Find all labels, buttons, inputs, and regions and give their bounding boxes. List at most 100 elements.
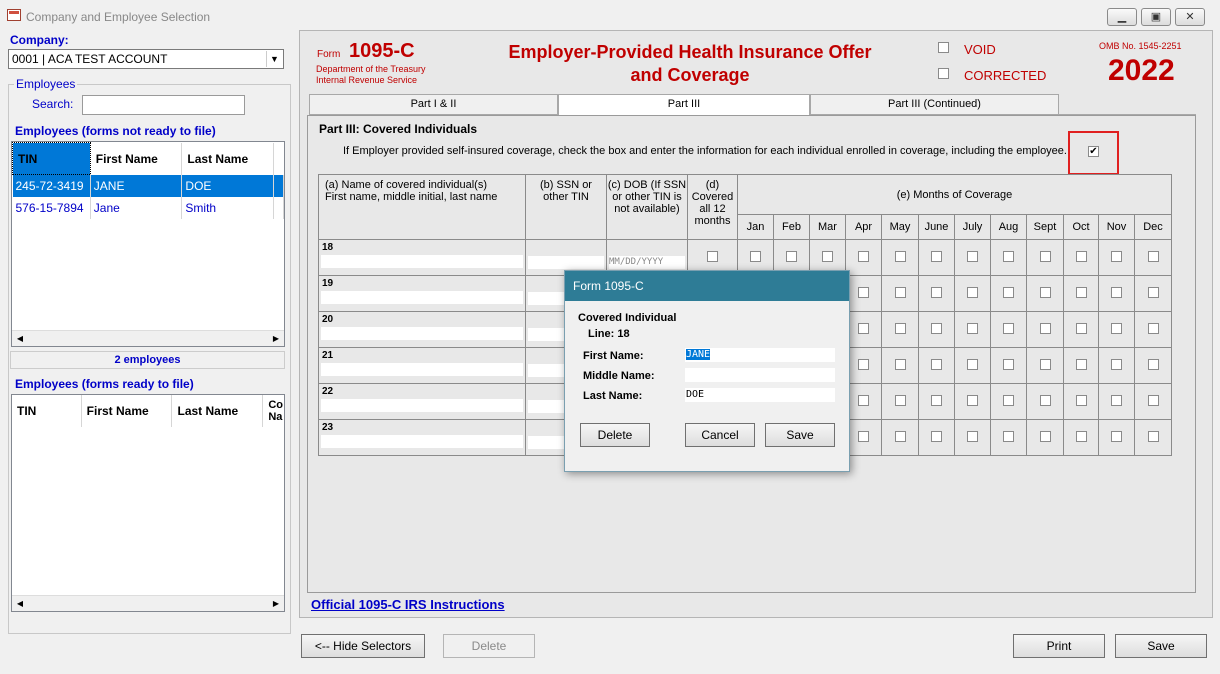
row-tin[interactable]: 576-15-7894	[12, 196, 91, 219]
month-checkbox[interactable]	[967, 322, 978, 334]
month-checkbox[interactable]	[822, 250, 833, 262]
scroll-left-icon[interactable]: ◀	[12, 331, 28, 347]
table-row[interactable]: 576-15-7894 Jane Smith	[12, 196, 284, 219]
month-checkbox[interactable]	[1147, 394, 1159, 406]
month-checkbox[interactable]	[894, 358, 906, 370]
row-tin[interactable]: 245-72-3419	[12, 174, 91, 197]
month-checkbox[interactable]	[1039, 250, 1051, 262]
row-first[interactable]: JANE	[90, 174, 183, 197]
dialog-cancel-button[interactable]: Cancel	[685, 423, 755, 447]
corrected-checkbox[interactable]	[938, 68, 949, 79]
month-checkbox[interactable]	[1147, 250, 1159, 262]
dialog-delete-button[interactable]: Delete	[580, 423, 650, 447]
month-checkbox[interactable]	[931, 358, 942, 370]
month-checkbox[interactable]	[1039, 322, 1051, 334]
ssn-field[interactable]	[528, 256, 604, 269]
middle-name-field[interactable]	[685, 368, 835, 382]
month-checkbox[interactable]	[1075, 394, 1087, 406]
month-checkbox[interactable]	[1111, 250, 1122, 262]
month-checkbox[interactable]	[894, 286, 906, 298]
month-checkbox[interactable]	[858, 250, 869, 262]
covered-name-field[interactable]	[321, 399, 523, 412]
month-checkbox[interactable]	[931, 394, 942, 406]
dialog-save-button[interactable]: Save	[765, 423, 835, 447]
tab-part-1-2[interactable]: Part I & II	[309, 94, 558, 115]
month-checkbox[interactable]	[931, 286, 942, 298]
close-button[interactable]: ✕	[1175, 8, 1205, 26]
horizontal-scrollbar[interactable]: ◀ ▶	[12, 595, 284, 611]
month-checkbox[interactable]	[1111, 430, 1122, 442]
month-checkbox[interactable]	[858, 430, 869, 442]
row-last[interactable]: DOE	[181, 174, 275, 197]
first-name-field[interactable]: JANE	[685, 348, 835, 362]
month-checkbox[interactable]	[1111, 394, 1122, 406]
month-checkbox[interactable]	[931, 322, 942, 334]
month-checkbox[interactable]	[1003, 286, 1014, 298]
month-checkbox[interactable]	[967, 250, 978, 262]
company-select[interactable]: 0001 | ACA TEST ACCOUNT ▼	[8, 49, 284, 69]
month-checkbox[interactable]	[750, 250, 761, 262]
month-checkbox[interactable]	[1147, 358, 1159, 370]
month-checkbox[interactable]	[1003, 322, 1014, 334]
dob-field[interactable]: MM/DD/YYYY	[609, 256, 685, 269]
month-checkbox[interactable]	[894, 250, 906, 262]
all-12-months-checkbox[interactable]	[707, 250, 718, 262]
month-checkbox[interactable]	[1075, 430, 1087, 442]
month-checkbox[interactable]	[967, 394, 978, 406]
minimize-button[interactable]: ▁	[1107, 8, 1137, 26]
month-checkbox[interactable]	[1003, 430, 1014, 442]
last-name-field[interactable]: DOE	[685, 388, 835, 402]
month-checkbox[interactable]	[1075, 250, 1087, 262]
month-checkbox[interactable]	[1039, 358, 1051, 370]
chevron-down-icon[interactable]: ▼	[266, 51, 282, 67]
scroll-right-icon[interactable]: ▶	[268, 331, 284, 347]
ready-header-last[interactable]: Last Name	[171, 395, 264, 427]
row-first[interactable]: Jane	[90, 196, 183, 219]
scroll-left-icon[interactable]: ◀	[12, 596, 28, 612]
row-last[interactable]: Smith	[181, 196, 275, 219]
month-checkbox[interactable]	[1111, 322, 1122, 334]
month-checkbox[interactable]	[1111, 358, 1122, 370]
scroll-right-icon[interactable]: ▶	[268, 596, 284, 612]
month-checkbox[interactable]	[1111, 286, 1122, 298]
month-checkbox[interactable]	[858, 322, 869, 334]
tab-part-3-continued[interactable]: Part III (Continued)	[810, 94, 1059, 115]
maximize-button[interactable]: ▣	[1141, 8, 1171, 26]
covered-name-field[interactable]	[321, 435, 523, 448]
month-checkbox[interactable]	[1039, 286, 1051, 298]
hide-selectors-button[interactable]: <-- Hide Selectors	[301, 634, 425, 658]
month-checkbox[interactable]	[894, 394, 906, 406]
table-row[interactable]: 245-72-3419 JANE DOE	[12, 174, 284, 197]
covered-name-field[interactable]	[321, 363, 523, 376]
ready-header-tin[interactable]: TIN	[12, 395, 82, 427]
covered-name-field[interactable]	[321, 327, 523, 340]
print-button[interactable]: Print	[1013, 634, 1105, 658]
ready-header-company[interactable]: Co Na	[262, 395, 284, 427]
save-button[interactable]: Save	[1115, 634, 1207, 658]
month-checkbox[interactable]	[858, 394, 869, 406]
month-checkbox[interactable]	[967, 358, 978, 370]
month-checkbox[interactable]	[1039, 430, 1051, 442]
month-checkbox[interactable]	[894, 430, 906, 442]
grid-header-tin[interactable]: TIN	[12, 142, 91, 175]
month-checkbox[interactable]	[1039, 394, 1051, 406]
irs-instructions-link[interactable]: Official 1095-C IRS Instructions	[311, 597, 505, 612]
month-checkbox[interactable]	[967, 286, 978, 298]
month-checkbox[interactable]	[931, 250, 942, 262]
delete-button[interactable]: Delete	[443, 634, 535, 658]
tab-part-3[interactable]: Part III	[558, 94, 810, 116]
ready-header-first[interactable]: First Name	[81, 395, 173, 427]
search-input[interactable]	[82, 95, 245, 115]
month-checkbox[interactable]	[786, 250, 797, 262]
month-checkbox[interactable]	[1003, 250, 1014, 262]
covered-name-field[interactable]	[321, 255, 523, 268]
month-checkbox[interactable]	[1147, 322, 1159, 334]
month-checkbox[interactable]	[858, 286, 869, 298]
month-checkbox[interactable]	[967, 430, 978, 442]
month-checkbox[interactable]	[1003, 358, 1014, 370]
month-checkbox[interactable]	[1147, 286, 1159, 298]
month-checkbox[interactable]	[894, 322, 906, 334]
self-insured-checkbox[interactable]: ✔	[1088, 146, 1099, 157]
covered-name-field[interactable]	[321, 291, 523, 304]
void-checkbox[interactable]	[938, 42, 949, 53]
